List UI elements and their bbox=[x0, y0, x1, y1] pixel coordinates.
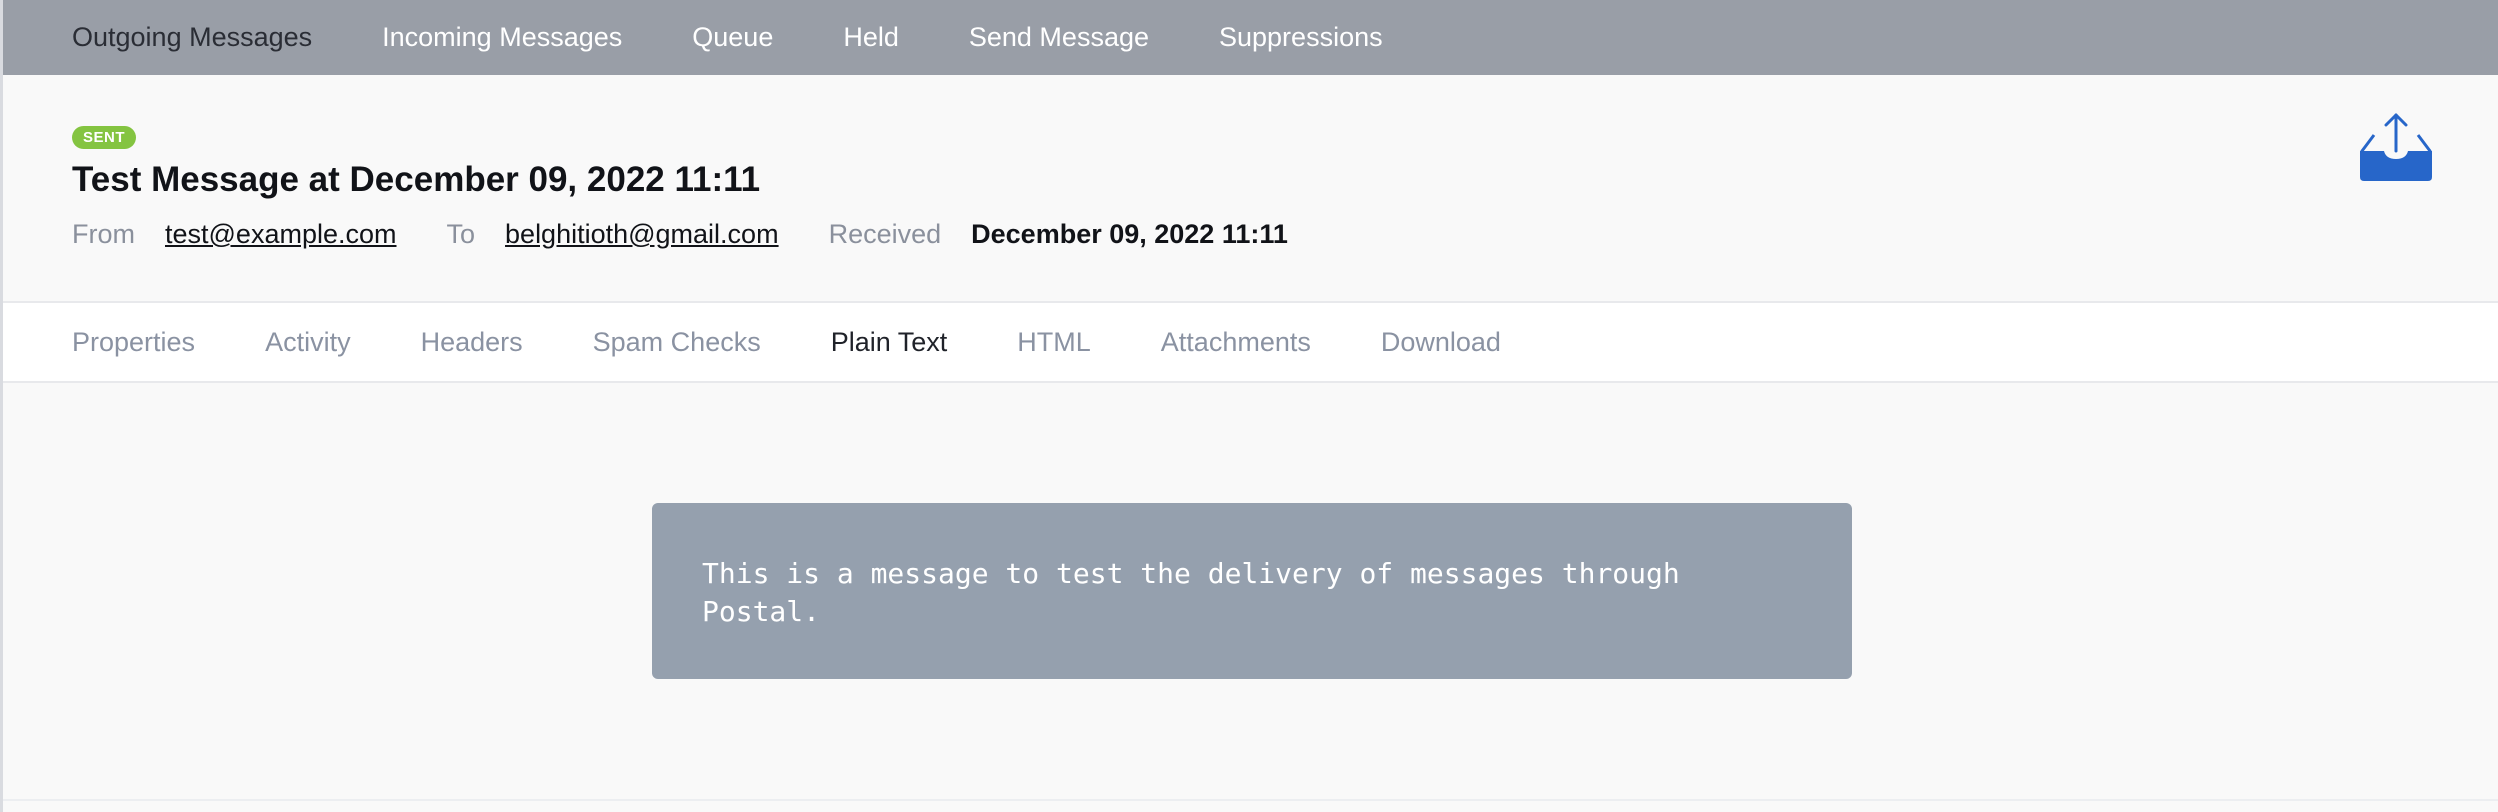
from-label: From bbox=[72, 219, 135, 249]
tab-attachments[interactable]: Attachments bbox=[1161, 327, 1311, 358]
tab-spam-checks[interactable]: Spam Checks bbox=[593, 327, 761, 358]
received-label: Received bbox=[828, 219, 942, 249]
tab-download[interactable]: Download bbox=[1381, 327, 1501, 358]
message-tabs: Properties Activity Headers Spam Checks … bbox=[0, 303, 2498, 383]
tab-html[interactable]: HTML bbox=[1017, 327, 1091, 358]
received-value: December 09, 2022 11:11 bbox=[971, 219, 1288, 249]
tab-plain-text[interactable]: Plain Text bbox=[831, 327, 948, 358]
status-badge: SENT bbox=[72, 126, 137, 149]
from-address-link[interactable]: test@example.com bbox=[165, 219, 397, 250]
message-meta: From test@example.com To belghitioth@gma… bbox=[72, 219, 1288, 250]
message-header: SENT Test Message at December 09, 2022 1… bbox=[0, 75, 2498, 303]
to-address-link[interactable]: belghitioth@gmail.com bbox=[505, 219, 779, 250]
nav-held[interactable]: Held bbox=[843, 22, 899, 53]
left-edge-rule bbox=[0, 0, 3, 812]
message-content: This is a message to test the delivery o… bbox=[0, 383, 2498, 799]
nav-queue[interactable]: Queue bbox=[692, 22, 773, 53]
footer-divider bbox=[0, 799, 2498, 801]
nav-outgoing-messages[interactable]: Outgoing Messages bbox=[72, 22, 312, 53]
tab-properties[interactable]: Properties bbox=[72, 327, 195, 358]
to-label: To bbox=[446, 219, 476, 249]
top-nav: Outgoing Messages Incoming Messages Queu… bbox=[0, 0, 2498, 75]
nav-send-message[interactable]: Send Message bbox=[969, 22, 1149, 53]
plain-text-body: This is a message to test the delivery o… bbox=[652, 503, 1852, 679]
nav-suppressions[interactable]: Suppressions bbox=[1219, 22, 1383, 53]
tab-headers[interactable]: Headers bbox=[421, 327, 523, 358]
nav-incoming-messages[interactable]: Incoming Messages bbox=[382, 22, 622, 53]
outbox-upload-icon[interactable] bbox=[2358, 113, 2434, 183]
message-body-text: This is a message to test the delivery o… bbox=[702, 557, 1680, 628]
message-subject: Test Message at December 09, 2022 11:11 bbox=[72, 160, 761, 199]
tab-activity[interactable]: Activity bbox=[265, 327, 351, 358]
